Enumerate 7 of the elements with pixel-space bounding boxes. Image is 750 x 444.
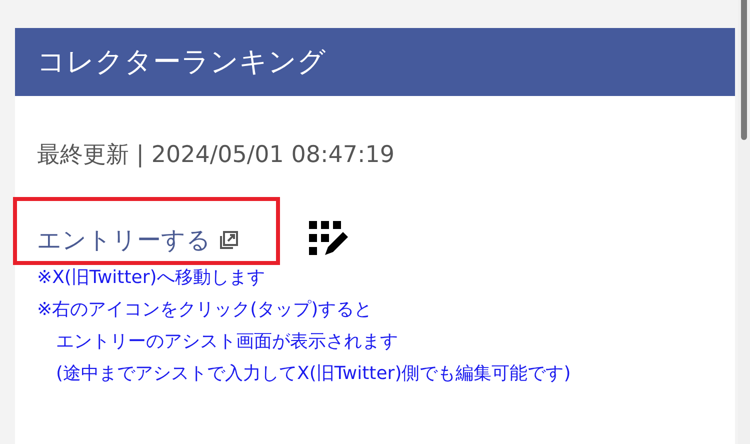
note-text: (途中までアシストで入力してX(旧Twitter)側でも編集可能です) bbox=[55, 362, 572, 386]
entry-link[interactable]: エントリーする bbox=[37, 222, 239, 258]
panel-title: コレクターランキング bbox=[37, 44, 326, 80]
note-text: エントリーのアシスト画面が表示されます bbox=[55, 330, 399, 354]
last-updated-text: 最終更新 | 2024/05/01 08:47:19 bbox=[37, 141, 396, 170]
note-text: ※右のアイコンをクリック(タップ)すると bbox=[37, 298, 374, 322]
note-text: ※X(旧Twitter)へ移動します bbox=[37, 266, 266, 290]
